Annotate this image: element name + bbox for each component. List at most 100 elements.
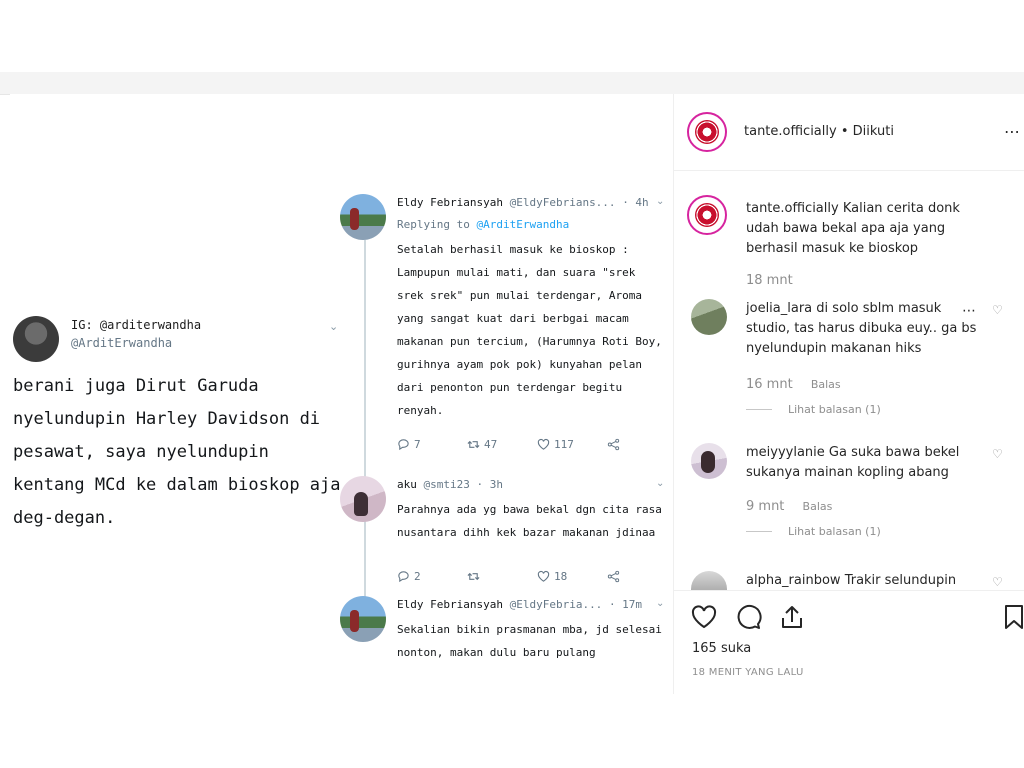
reply-icon: [398, 439, 409, 451]
heart-icon: [537, 570, 550, 582]
save-button[interactable]: [1000, 603, 1024, 631]
divider: [746, 531, 772, 532]
reply-author-name: Eldy Febriansyah: [397, 196, 503, 209]
reply-text: Sekalian bikin prasmanan mba, jd selesai…: [397, 623, 662, 659]
reply-link[interactable]: Balas: [811, 378, 841, 391]
comment-meta: 9 mnt Balas: [746, 499, 832, 514]
view-replies-label: Lihat balasan (1): [788, 525, 881, 538]
avatar: [340, 476, 386, 522]
reply-button[interactable]: 7: [397, 438, 467, 451]
like-button[interactable]: 18: [537, 570, 607, 583]
reply-text: Setalah berhasil masuk ke bioskop : Lamp…: [397, 243, 662, 417]
comment-username[interactable]: alpha_rainbow: [746, 573, 841, 588]
reply-author-name: Eldy Febriansyah: [397, 598, 503, 611]
heart-icon[interactable]: ♡: [992, 303, 1003, 317]
like-button[interactable]: [690, 603, 718, 631]
like-count: 117: [554, 438, 574, 451]
tweet-author-name: IG: @arditerwandha: [71, 318, 202, 332]
share-icon: [782, 606, 802, 628]
divider: [746, 409, 772, 410]
reply-count: 2: [414, 570, 421, 583]
share-button[interactable]: [607, 438, 673, 451]
comment-button[interactable]: [734, 603, 762, 631]
comment-text: joelia_lara di solo sblm masuk studio, t…: [746, 299, 986, 359]
reply-button[interactable]: 2: [397, 570, 467, 583]
comment-username[interactable]: meiyyylanie: [746, 445, 825, 460]
avatar[interactable]: [691, 571, 727, 590]
caption-username[interactable]: tante.officially: [746, 201, 839, 216]
retweet-button[interactable]: [467, 570, 537, 583]
share-button[interactable]: [778, 603, 806, 631]
comment-time: 9 mnt: [746, 499, 785, 514]
more-options-icon[interactable]: ⋯: [962, 303, 977, 319]
reply-header: aku @smti23 · 3h: [397, 478, 667, 491]
follow-status[interactable]: • Diikuti: [841, 124, 894, 139]
avatar[interactable]: [691, 443, 727, 479]
post-time: 18 MENIT YANG LALU: [692, 667, 804, 678]
avatar: [340, 596, 386, 642]
tweet-text: berani juga Dirut Garuda nyelundupin Har…: [13, 376, 341, 528]
share-button[interactable]: [607, 570, 673, 583]
replying-to: Replying to @ArditErwandha: [397, 218, 569, 231]
reply-icon: [398, 571, 409, 583]
heart-icon[interactable]: ♡: [992, 447, 1003, 461]
more-options-icon[interactable]: ⋯: [1004, 122, 1021, 141]
avatar[interactable]: [687, 195, 727, 235]
reply-tweet: aku @smti23 · 3h ⌄ Parahnya ada yg bawa …: [340, 476, 670, 586]
reply-header: Eldy Febriansyah @EldyFebrians... · 4h: [397, 196, 667, 209]
view-replies[interactable]: Lihat balasan (1): [746, 403, 881, 416]
retweet-button[interactable]: 47: [467, 438, 537, 451]
reply-time: · 17m: [608, 598, 643, 611]
share-icon: [607, 570, 620, 583]
retweet-count: 47: [484, 438, 498, 451]
chevron-down-icon: ⌄: [656, 196, 665, 207]
comment-text: alpha_rainbow Trakir selundupin: [746, 571, 986, 590]
avatar[interactable]: [687, 112, 727, 152]
comment-meta: 16 mnt Balas: [746, 377, 841, 392]
post-header: tante.officially • Diikuti ⋯: [674, 94, 1024, 171]
post-image: IG: @arditerwandha @ArditErwandha ⌄ bera…: [10, 94, 673, 694]
comment-body: Trakir selundupin: [844, 573, 957, 588]
chevron-down-icon: ⌄: [656, 478, 665, 489]
replying-handle[interactable]: @ArditErwandha: [476, 218, 569, 231]
comment-icon: [737, 604, 762, 629]
reply-link[interactable]: Balas: [803, 500, 833, 513]
tweet-actions: 7 47 117: [397, 438, 673, 451]
reply-count: 7: [414, 438, 421, 451]
username-link[interactable]: tante.officially: [744, 124, 837, 139]
reply-author-handle: @EldyFebria...: [509, 598, 603, 611]
like-button[interactable]: 117: [537, 438, 607, 451]
reply-tweet: Eldy Febriansyah @EldyFebrians... · 4h ⌄…: [340, 194, 670, 454]
comment-time: 16 mnt: [746, 377, 793, 392]
avatar[interactable]: [691, 299, 727, 335]
retweet-icon: [467, 440, 480, 449]
retweet-icon: [467, 572, 480, 581]
comment-username[interactable]: joelia_lara: [746, 301, 812, 316]
post-actions: 165 suka 18 MENIT YANG LALU: [674, 590, 1024, 694]
heart-icon: [691, 605, 717, 629]
reply-time: · 3h: [476, 478, 503, 491]
likes-count[interactable]: 165 suka: [692, 641, 751, 656]
tweet-actions: 2 18: [397, 570, 673, 583]
bookmark-icon: [1005, 605, 1023, 629]
view-replies[interactable]: Lihat balasan (1): [746, 525, 881, 538]
instagram-sidebar: tante.officially • Diikuti ⋯ tante.offic…: [673, 94, 1024, 694]
comment-text: meiyyylanie Ga suka bawa bekel sukanya m…: [746, 443, 986, 483]
tweet-author-handle: @ArditErwandha: [71, 336, 173, 350]
reply-author-handle: @smti23: [423, 478, 470, 491]
post-header-user: tante.officially • Diikuti: [744, 124, 894, 139]
reply-author-handle: @EldyFebrians...: [509, 196, 616, 209]
reply-header: Eldy Febriansyah @EldyFebria... · 17m: [397, 598, 667, 611]
view-replies-label: Lihat balasan (1): [788, 403, 881, 416]
replying-label: Replying to: [397, 218, 470, 231]
reply-author-name: aku: [397, 478, 417, 491]
chevron-down-icon: ⌄: [656, 598, 665, 609]
avatar: [340, 194, 386, 240]
caption-text: tante.officially Kalian cerita donk udah…: [746, 199, 986, 259]
heart-icon: [537, 438, 550, 450]
avatar: [13, 316, 59, 362]
share-icon: [607, 438, 620, 451]
heart-icon[interactable]: ♡: [992, 575, 1003, 589]
caption-time: 18 mnt: [746, 273, 793, 288]
browser-band: [0, 72, 1024, 95]
